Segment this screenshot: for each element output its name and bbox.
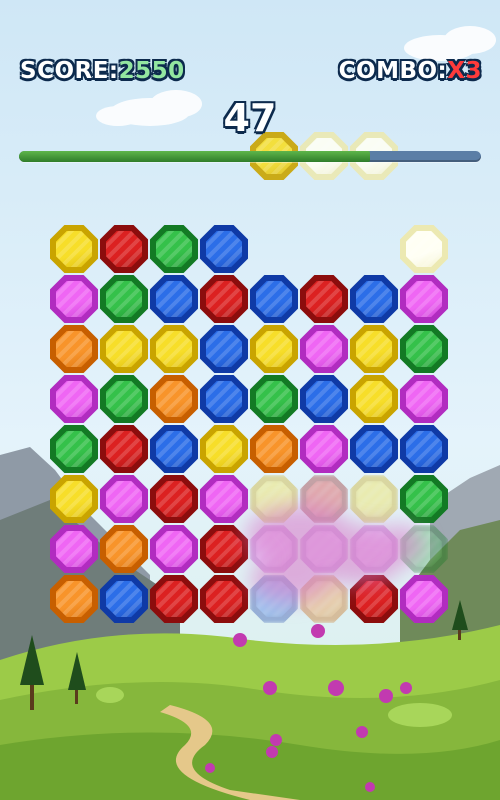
gem-pink[interactable] — [100, 475, 148, 523]
gem-yellow[interactable] — [350, 475, 398, 523]
score-label: SCORE: — [20, 58, 119, 84]
gem-blue[interactable] — [150, 425, 198, 473]
gem-pink[interactable] — [300, 525, 348, 573]
gem-red[interactable] — [350, 575, 398, 623]
combo-value: X3 — [447, 58, 482, 84]
gem-yellow[interactable] — [250, 325, 298, 373]
gem-red[interactable] — [150, 475, 198, 523]
gem-pink[interactable] — [300, 425, 348, 473]
gem-pink[interactable] — [50, 375, 98, 423]
gem-orange[interactable] — [100, 525, 148, 573]
gem-green[interactable] — [50, 425, 98, 473]
gem-pink[interactable] — [250, 525, 298, 573]
gem-pink[interactable] — [300, 325, 348, 373]
time-progress-fill — [19, 151, 371, 162]
cloud — [404, 26, 496, 61]
combo-label: COMBO: — [338, 58, 448, 84]
gem-pink[interactable] — [400, 375, 448, 423]
gem-orange[interactable] — [50, 575, 98, 623]
gem-facet-inner — [56, 581, 92, 617]
gem-red[interactable] — [200, 275, 248, 323]
gem-yellow[interactable] — [50, 475, 98, 523]
gem-facet-inner — [106, 581, 142, 617]
gem-red[interactable] — [100, 425, 148, 473]
gem-pink[interactable] — [200, 475, 248, 523]
gem-facet-inner — [406, 581, 442, 617]
gem-facet-inner — [156, 531, 192, 567]
gem-red[interactable] — [200, 525, 248, 573]
time-progress-bar — [19, 151, 481, 162]
combo-display: COMBO:X3 — [339, 58, 482, 84]
gem-blue[interactable] — [150, 275, 198, 323]
gem-blue[interactable] — [200, 225, 248, 273]
gem-facet-inner — [356, 531, 392, 567]
gem-pink[interactable] — [50, 275, 98, 323]
gem-green[interactable] — [100, 275, 148, 323]
gem-red[interactable] — [150, 575, 198, 623]
gem-red[interactable] — [200, 575, 248, 623]
gem-green[interactable] — [250, 375, 298, 423]
gem-white[interactable] — [400, 225, 448, 273]
gem-yellow[interactable] — [200, 425, 248, 473]
gem-blue[interactable] — [250, 275, 298, 323]
gem-red[interactable] — [300, 475, 348, 523]
gem-yellow[interactable] — [150, 325, 198, 373]
gem-facet-inner — [256, 581, 292, 617]
gem-red[interactable] — [100, 225, 148, 273]
gem-yellow[interactable] — [350, 325, 398, 373]
gem-orange[interactable] — [150, 375, 198, 423]
gem-orange[interactable] — [50, 325, 98, 373]
gem-pink[interactable] — [400, 575, 448, 623]
gem-facet-inner — [306, 581, 342, 617]
gem-orange[interactable] — [300, 575, 348, 623]
gem-pink[interactable] — [350, 525, 398, 573]
gem-blue[interactable] — [100, 575, 148, 623]
gem-green[interactable] — [150, 225, 198, 273]
gem-green[interactable] — [400, 525, 448, 573]
gem-blue[interactable] — [350, 275, 398, 323]
gem-facet-inner — [156, 581, 192, 617]
gem-yellow[interactable] — [250, 475, 298, 523]
gem-blue[interactable] — [200, 325, 248, 373]
gem-green[interactable] — [400, 475, 448, 523]
gem-pink[interactable] — [150, 525, 198, 573]
gem-facet-inner — [256, 531, 292, 567]
gem-green[interactable] — [400, 325, 448, 373]
gem-yellow[interactable] — [50, 225, 98, 273]
score-display: SCORE:2550 — [20, 58, 185, 84]
gem-blue[interactable] — [250, 575, 298, 623]
gem-blue[interactable] — [300, 375, 348, 423]
gem-yellow[interactable] — [100, 325, 148, 373]
gem-orange[interactable] — [250, 425, 298, 473]
gem-facet-inner — [206, 531, 242, 567]
gem-blue[interactable] — [350, 425, 398, 473]
gem-facet-inner — [406, 531, 442, 567]
gem-facet-inner — [306, 531, 342, 567]
gem-yellow[interactable] — [350, 375, 398, 423]
gem-pink[interactable] — [50, 525, 98, 573]
score-value: 2550 — [118, 58, 185, 84]
gem-facet-inner — [56, 531, 92, 567]
gem-pink[interactable] — [400, 275, 448, 323]
gem-green[interactable] — [100, 375, 148, 423]
gem-red[interactable] — [300, 275, 348, 323]
gem-blue[interactable] — [200, 375, 248, 423]
gem-blue[interactable] — [400, 425, 448, 473]
gem-facet-inner — [356, 581, 392, 617]
gem-facet-inner — [106, 531, 142, 567]
gem-facet-inner — [206, 581, 242, 617]
countdown-timer: 47 — [223, 96, 277, 140]
